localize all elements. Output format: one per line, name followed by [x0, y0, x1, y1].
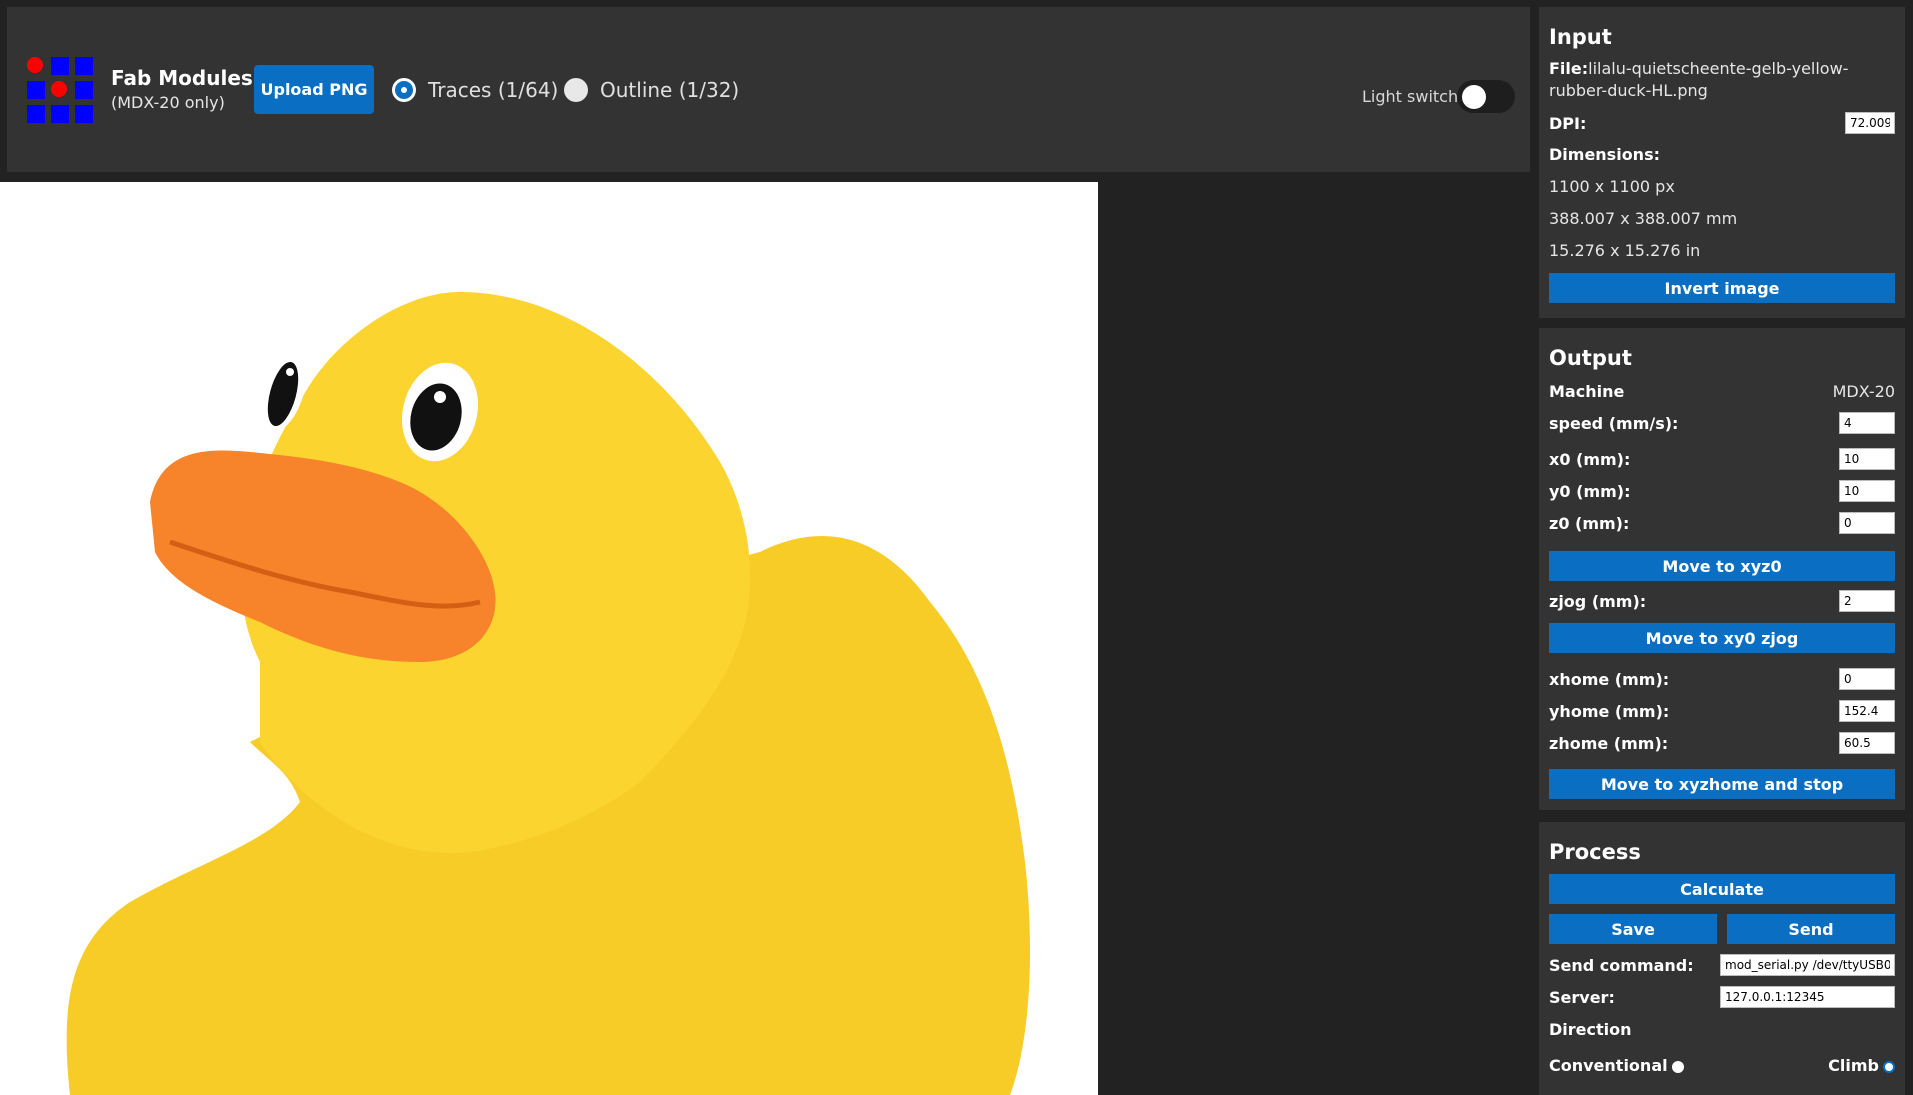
zhome-label: zhome (mm):: [1549, 733, 1669, 753]
server-row: Server:: [1549, 986, 1895, 1008]
climb-option[interactable]: Climb: [1828, 1056, 1895, 1075]
radio-checked-icon[interactable]: [392, 78, 416, 102]
yhome-input[interactable]: [1839, 700, 1895, 722]
process-panel: Process Calculate Save Send Send command…: [1539, 822, 1905, 1095]
conventional-label: Conventional: [1549, 1056, 1668, 1075]
dpi-input[interactable]: [1845, 112, 1895, 134]
send-command-label: Send command:: [1549, 955, 1694, 975]
zjog-label: zjog (mm):: [1549, 591, 1647, 611]
send-button[interactable]: Send: [1727, 914, 1895, 944]
move-xy0-zjog-button[interactable]: Move to xy0 zjog: [1549, 623, 1895, 653]
direction-label: Direction: [1549, 1020, 1632, 1039]
speed-row: speed (mm/s):: [1549, 412, 1895, 434]
fab-logo: [27, 57, 99, 129]
file-info: File:lilalu-quietscheente-gelb-yellow-ru…: [1549, 58, 1889, 102]
dpi-label: DPI:: [1549, 113, 1587, 133]
radio-outline[interactable]: Outline (1/32): [564, 78, 739, 102]
process-title: Process: [1549, 840, 1641, 864]
radio-traces[interactable]: Traces (1/64): [392, 78, 558, 102]
z0-label: z0 (mm):: [1549, 513, 1630, 533]
move-xyzhome-button[interactable]: Move to xyzhome and stop: [1549, 769, 1895, 799]
conventional-option[interactable]: Conventional: [1549, 1056, 1684, 1075]
dimensions-mm: 388.007 x 388.007 mm: [1549, 209, 1738, 228]
calculate-button[interactable]: Calculate: [1549, 874, 1895, 904]
y0-label: y0 (mm):: [1549, 481, 1631, 501]
radio-checked-icon[interactable]: [1883, 1060, 1895, 1073]
z0-row: z0 (mm):: [1549, 512, 1895, 534]
radio-outline-label: Outline (1/32): [600, 78, 740, 102]
radio-traces-label: Traces (1/64): [428, 78, 559, 102]
toggle-knob: [1462, 85, 1486, 109]
dimensions-label: Dimensions:: [1549, 145, 1660, 164]
speed-input[interactable]: [1839, 412, 1895, 434]
output-panel: Output Machine MDX-20 speed (mm/s): x0 (…: [1539, 328, 1905, 810]
xhome-input[interactable]: [1839, 668, 1895, 690]
file-name: lilalu-quietscheente-gelb-yellow-rubber-…: [1549, 59, 1849, 100]
zhome-input[interactable]: [1839, 732, 1895, 754]
y0-input[interactable]: [1839, 480, 1895, 502]
send-command-input[interactable]: [1720, 954, 1895, 976]
app-subtitle: (MDX-20 only): [111, 93, 225, 112]
radio-unchecked-icon[interactable]: [1671, 1060, 1684, 1073]
top-bar: Fab Modules (MDX-20 only) Upload PNG Tra…: [7, 7, 1530, 172]
y0-row: y0 (mm):: [1549, 480, 1895, 502]
x0-row: x0 (mm):: [1549, 448, 1895, 470]
x0-label: x0 (mm):: [1549, 449, 1631, 469]
zjog-row: zjog (mm):: [1549, 590, 1895, 612]
image-preview: [0, 182, 1098, 1095]
move-xyz0-button[interactable]: Move to xyz0: [1549, 551, 1895, 581]
input-title: Input: [1549, 25, 1612, 49]
yhome-row: yhome (mm):: [1549, 700, 1895, 722]
save-button[interactable]: Save: [1549, 914, 1717, 944]
send-command-row: Send command:: [1549, 954, 1895, 976]
app-title: Fab Modules: [111, 66, 253, 90]
climb-label: Climb: [1828, 1056, 1879, 1075]
rubber-duck-image: [66, 292, 1030, 1095]
speed-label: speed (mm/s):: [1549, 413, 1679, 433]
light-switch-label: Light switch: [1362, 87, 1459, 106]
upload-png-button[interactable]: Upload PNG: [254, 65, 374, 114]
xhome-label: xhome (mm):: [1549, 669, 1670, 689]
dimensions-px: 1100 x 1100 px: [1549, 177, 1675, 196]
direction-row: Conventional Climb: [1549, 1056, 1895, 1075]
server-input[interactable]: [1720, 986, 1895, 1008]
x0-input[interactable]: [1839, 448, 1895, 470]
machine-value: MDX-20: [1832, 382, 1895, 401]
server-label: Server:: [1549, 987, 1615, 1007]
machine-row: Machine MDX-20: [1549, 382, 1895, 401]
light-switch-toggle[interactable]: [1457, 80, 1515, 113]
yhome-label: yhome (mm):: [1549, 701, 1670, 721]
zhome-row: zhome (mm):: [1549, 732, 1895, 754]
z0-input[interactable]: [1839, 512, 1895, 534]
xhome-row: xhome (mm):: [1549, 668, 1895, 690]
zjog-input[interactable]: [1839, 590, 1895, 612]
machine-label: Machine: [1549, 382, 1625, 401]
file-label: File:: [1549, 59, 1589, 78]
input-panel: Input File:lilalu-quietscheente-gelb-yel…: [1539, 7, 1905, 318]
dimensions-in: 15.276 x 15.276 in: [1549, 241, 1701, 260]
output-title: Output: [1549, 346, 1632, 370]
invert-image-button[interactable]: Invert image: [1549, 273, 1895, 303]
dpi-row: DPI:: [1549, 112, 1895, 134]
radio-unchecked-icon[interactable]: [564, 78, 588, 102]
